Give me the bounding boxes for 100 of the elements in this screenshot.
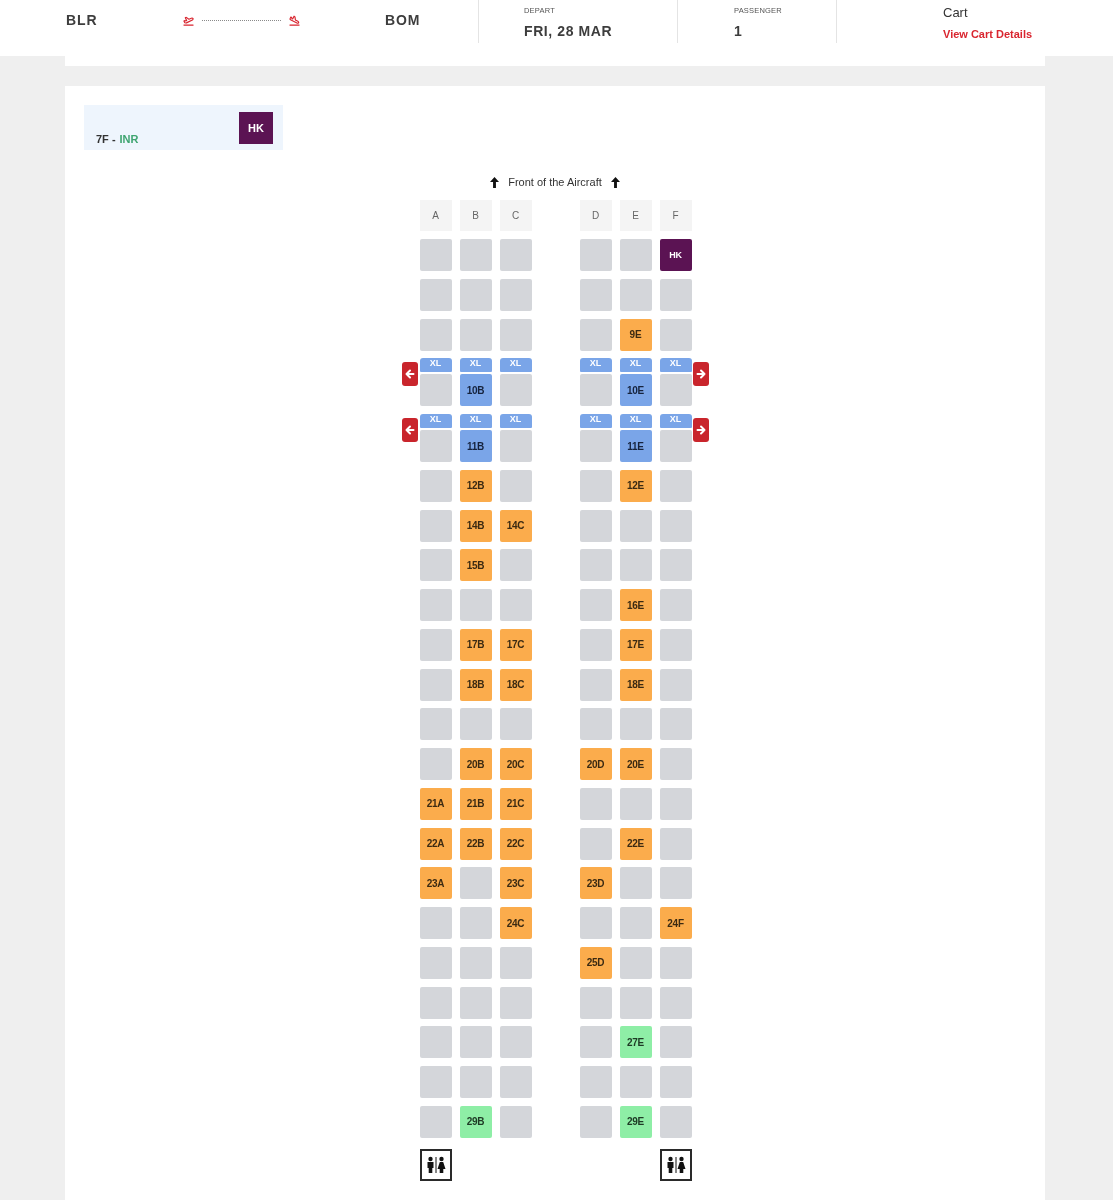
seat-number-text: 7F - [96,133,116,145]
seat[interactable]: 29B [459,1105,492,1138]
seat[interactable]: 11B [459,430,492,462]
seat [579,827,612,860]
seat [419,907,452,939]
up-arrow-icon [490,176,500,188]
xl-tag: XL [659,414,692,428]
seat [659,469,692,502]
seat [579,430,612,462]
seat[interactable]: 17C [499,628,532,661]
seat[interactable]: 23A [419,867,452,900]
front-of-aircraft-text: Front of the Aircraft [508,176,602,188]
seat [659,708,692,741]
seat [619,986,652,1019]
seat [619,239,652,271]
seat[interactable]: 21A [419,787,452,820]
seat[interactable]: 22A [419,827,452,860]
seat[interactable]: 20E [619,748,652,780]
seat[interactable]: 21C [499,787,532,820]
column-header: C [499,200,532,231]
seat [579,1105,612,1138]
seat [419,278,452,311]
seat[interactable]: 14C [499,509,532,542]
depart-date: FRI, 28 MAR [524,23,613,39]
seat [619,278,652,311]
column-header: A [419,200,452,231]
xl-tag: XL [499,358,532,373]
seat [579,509,612,542]
xl-tag: XL [579,414,612,428]
seat [659,867,692,900]
seat [499,708,532,741]
seat [419,668,452,701]
seat [579,374,612,407]
cart-title: Cart [943,5,968,21]
xl-tag: XL [419,358,452,373]
seat [619,509,652,542]
seat [499,469,532,502]
seat[interactable]: 20B [459,748,492,780]
seat [499,318,532,351]
seat [499,374,532,407]
seat[interactable]: 18E [619,668,652,701]
seat [659,748,692,780]
seat [659,946,692,979]
xl-tag: XL [419,414,452,428]
seat [619,787,652,820]
status-badge: HK [239,112,273,144]
seat [579,278,612,311]
seat [419,509,452,542]
seat [499,946,532,979]
plane-landing-icon [289,14,300,26]
seat[interactable]: 20C [499,748,532,780]
seat[interactable]: 11E [619,430,652,462]
seat[interactable]: HK [659,239,692,271]
currency-text: INR [119,133,139,145]
restroom-icon [419,1148,452,1181]
seat[interactable]: 17B [459,628,492,661]
seat [459,589,492,621]
seat [419,1026,452,1059]
seat[interactable]: 24F [659,907,692,939]
seat [659,986,692,1019]
seat [419,239,452,271]
seat[interactable]: 18B [459,668,492,701]
seat[interactable]: 25D [579,946,612,979]
seat[interactable]: 18C [499,668,532,701]
seat [459,318,492,351]
seat[interactable]: 24C [499,907,532,939]
seat [659,787,692,820]
seat [419,1105,452,1138]
column-header: D [579,200,612,231]
seat [419,1066,452,1098]
seat[interactable]: 9E [619,318,652,351]
seat[interactable]: 16E [619,589,652,621]
seat [459,278,492,311]
seat[interactable]: 22E [619,827,652,860]
seat[interactable]: 20D [579,748,612,780]
seat[interactable]: 12E [619,469,652,502]
seat[interactable]: 10E [619,374,652,407]
seat[interactable]: 29E [619,1105,652,1138]
view-cart-link[interactable]: View Cart Details [943,27,1033,41]
seat [619,549,652,582]
seat[interactable]: 23C [499,867,532,900]
seat [499,986,532,1019]
seat[interactable]: 15B [459,549,492,582]
seat[interactable]: 14B [459,509,492,542]
seat [499,430,532,462]
seat[interactable]: 22B [459,827,492,860]
seat[interactable]: 22C [499,827,532,860]
seat [419,986,452,1019]
seat [619,1066,652,1098]
seat [419,549,452,582]
passenger-card[interactable]: 7F - INR HK [84,105,283,150]
seat[interactable]: 10B [459,374,492,407]
seat[interactable]: 17E [619,628,652,661]
seat[interactable]: 12B [459,469,492,502]
seat[interactable]: 27E [619,1026,652,1059]
seat[interactable]: 21B [459,787,492,820]
seat [419,374,452,407]
seat [419,708,452,741]
seat[interactable]: 23D [579,867,612,900]
seat [619,708,652,741]
